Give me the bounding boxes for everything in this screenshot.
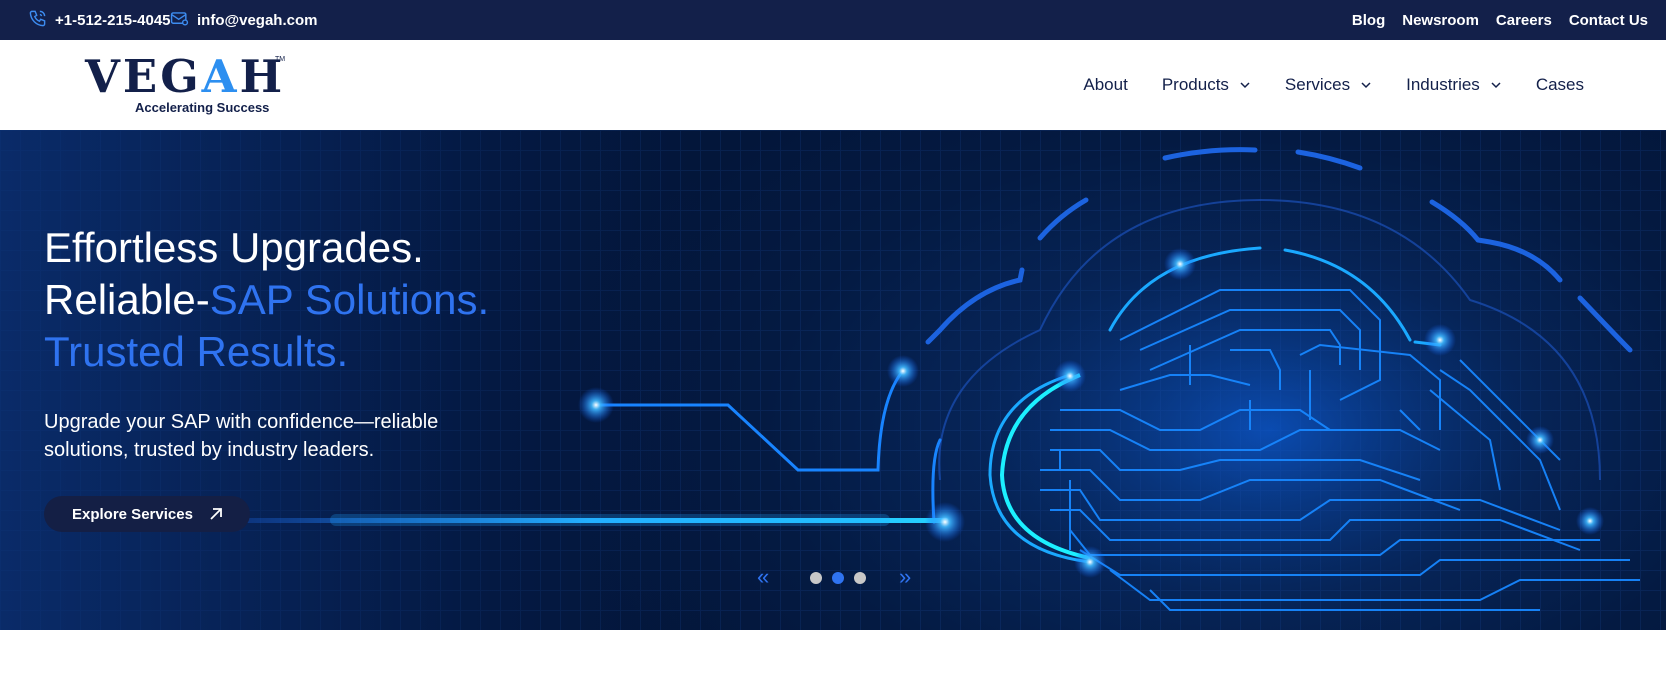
slider-prev-arrow[interactable]: «: [757, 566, 769, 588]
hero-headline: Effortless Upgrades. Reliable-SAP Soluti…: [44, 224, 490, 375]
email-address[interactable]: info@vegah.com: [197, 12, 317, 29]
nav-item-about[interactable]: About: [1083, 75, 1127, 95]
logo-tagline: Accelerating Success: [135, 100, 270, 115]
slider-next-arrow[interactable]: »: [899, 566, 911, 588]
top-link-contact-us[interactable]: Contact Us: [1569, 12, 1648, 29]
nav-item-services[interactable]: Services: [1285, 75, 1372, 95]
nav-item-cases[interactable]: Cases: [1536, 75, 1584, 95]
phone-number[interactable]: +1-512-215-4045: [55, 12, 171, 29]
top-link-blog[interactable]: Blog: [1352, 12, 1385, 29]
nav-item-industries[interactable]: Industries: [1406, 75, 1502, 95]
slider-dot-3[interactable]: [854, 572, 866, 584]
chevron-down-icon: [1240, 82, 1250, 89]
cloud-circuit-illustration: [228, 147, 1640, 630]
slider-dot-2[interactable]: [832, 572, 844, 584]
vegah-logo[interactable]: VEGAH TM Accelerating Success: [85, 52, 285, 118]
email-contact[interactable]: info@vegah.com: [170, 0, 317, 40]
top-link-careers[interactable]: Careers: [1496, 12, 1552, 29]
explore-services-button[interactable]: Explore Services: [44, 496, 250, 532]
logo-trademark: TM: [275, 56, 286, 63]
slider-pagination: [810, 572, 866, 584]
top-links: Blog Newsroom Careers Contact Us: [1352, 0, 1648, 40]
top-bar: +1-512-215-4045 info@vegah.com Blog News…: [0, 0, 1666, 40]
top-link-newsroom[interactable]: Newsroom: [1402, 12, 1479, 29]
slider-dot-1[interactable]: [810, 572, 822, 584]
chevron-down-icon: [1361, 82, 1371, 89]
phone-contact[interactable]: +1-512-215-4045: [28, 0, 171, 40]
hero-subtext: Upgrade your SAP with confidence—reliabl…: [44, 411, 439, 461]
hero-banner: Effortless Upgrades. Reliable-SAP Soluti…: [0, 130, 1666, 630]
arrow-up-right-icon: [210, 508, 222, 520]
logo-wordmark: VEGAH: [85, 50, 286, 103]
chevron-down-icon: [1491, 82, 1501, 89]
phone-icon: [28, 9, 47, 32]
mail-icon: [170, 9, 189, 32]
main-navbar: VEGAH TM Accelerating Success About Prod…: [0, 40, 1666, 130]
nav-item-products[interactable]: Products: [1162, 75, 1251, 95]
nav-menu: About Products Services Industries Cases: [1083, 40, 1584, 130]
